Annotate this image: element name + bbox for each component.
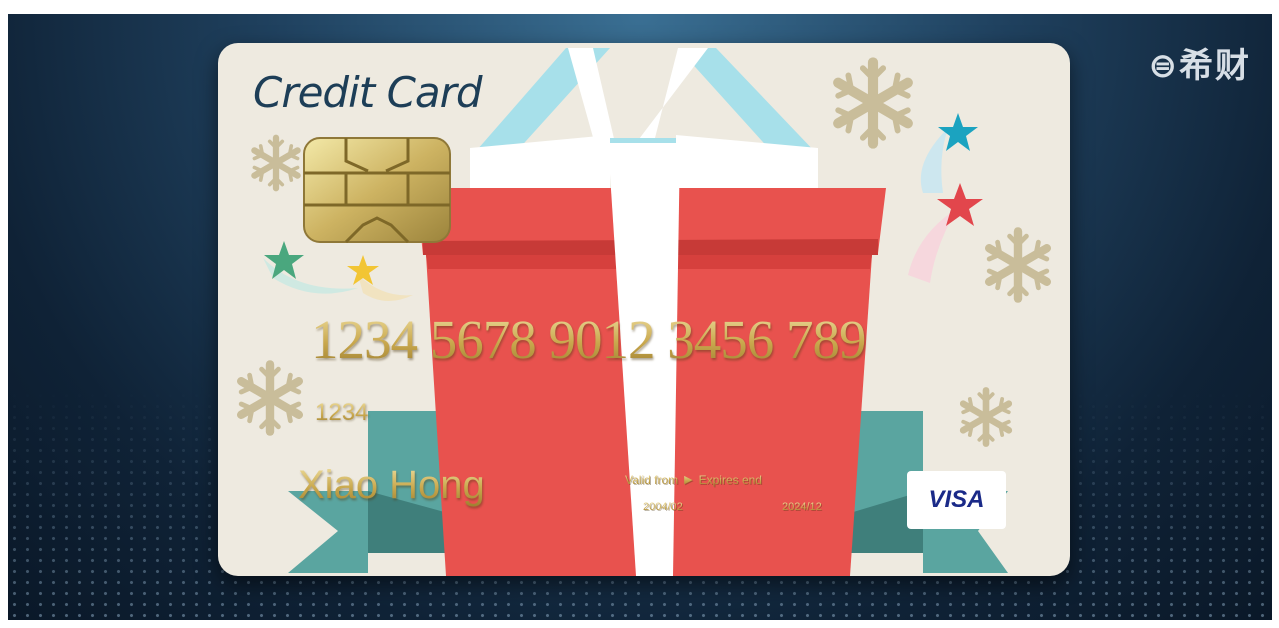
snowflake-icon [989, 231, 1047, 298]
card-number: 1234 5678 9012 3456 789 [311, 309, 866, 370]
star-icon [263, 241, 358, 294]
card-title: Credit Card [253, 68, 483, 117]
valid-from-label: Valid from [625, 473, 679, 487]
star-icon [908, 183, 983, 283]
card-short-number: 1234 [315, 399, 369, 426]
snowflake-icon [241, 364, 299, 431]
cardholder-name: Xiao Hong [298, 463, 485, 507]
brand-watermark: ⊜希财 [1148, 46, 1251, 86]
valid-from-date: 2004/02 [643, 501, 683, 513]
arrow-right-icon: ▶ [684, 474, 693, 486]
snowflake-icon [254, 138, 297, 188]
visa-logo: VISA [907, 471, 1006, 529]
star-icon [347, 255, 413, 302]
validity-block: Valid from ▶ Expires end 2004/02 2024/12 [625, 473, 875, 515]
star-icon [920, 113, 978, 193]
emv-chip-icon [303, 137, 451, 244]
snowflake-icon [963, 390, 1009, 443]
snowflake-icon [838, 62, 908, 143]
expires-date: 2024/12 [782, 501, 822, 513]
expires-label: Expires end [698, 473, 762, 487]
credit-card: Credit Card 1234 5678 9012 3456 789 1234… [218, 43, 1070, 576]
